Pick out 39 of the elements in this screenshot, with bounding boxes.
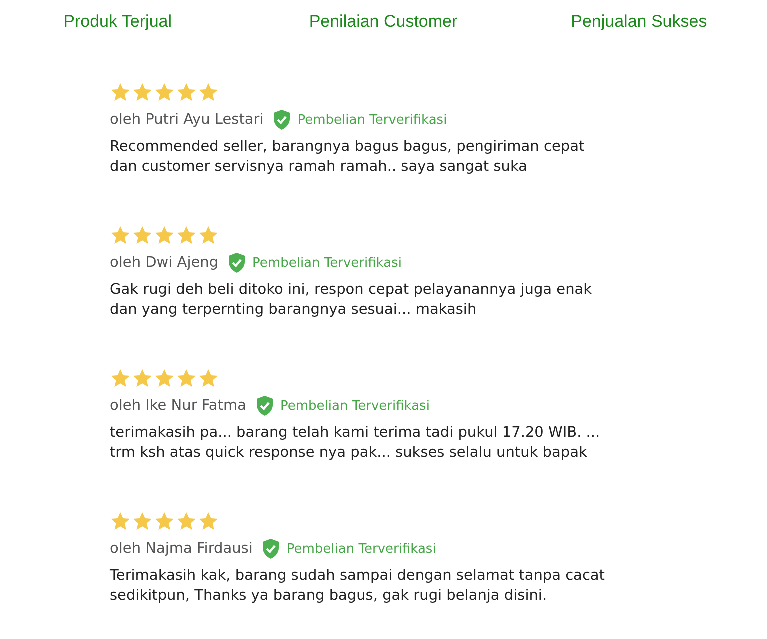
star-icon	[132, 511, 153, 532]
tab-label[interactable]: Penilaian Customer	[309, 12, 458, 32]
reviewer-name: oleh Putri Ayu Lestari	[110, 112, 264, 128]
star-icon	[110, 511, 131, 532]
verified-label: Pembelian Terverifikasi	[298, 112, 448, 128]
review-text: Recommended seller, barangnya bagus bagus, pengiriman cepat dan customer servisnya ramah ramah.. saya sangat suka	[110, 138, 586, 177]
star-icon	[176, 82, 197, 103]
star-icon	[198, 368, 219, 389]
star-icon	[132, 225, 153, 246]
review-text: terimakasih pa... barang telah kami terima tadi pukul 17.20 WIB. ... trm ksh atas quick response nya pak... sukses selalu untuk bapak	[110, 424, 602, 463]
verified-shield-icon	[272, 109, 292, 131]
verified-shield-icon	[226, 252, 247, 274]
star-icon	[176, 511, 197, 532]
star-icon	[154, 225, 175, 246]
reviewer-name: oleh Najma Firdausi	[110, 541, 253, 557]
star-icon	[110, 82, 131, 103]
star-icon	[198, 225, 219, 246]
verified-shield-icon	[260, 538, 281, 560]
star-icon	[176, 225, 197, 246]
star-icon	[154, 368, 175, 389]
tab-label[interactable]: Produk Terjual	[64, 12, 172, 32]
tab-label[interactable]: Penjualan Sukses	[571, 12, 708, 32]
review-text: Gak rugi deh beli ditoko ini, respon cepat pelayanannya juga enak dan yang terpernting barangnya sesuai... makasih	[110, 281, 594, 320]
star-icon	[110, 225, 131, 246]
star-icon	[132, 82, 153, 103]
verified-label: Pembelian Terverifikasi	[252, 256, 402, 270]
verified-label: Pembelian Terverifikasi	[286, 542, 436, 556]
star-icon	[176, 368, 197, 389]
reviewer-name: oleh Ike Nur Fatma	[110, 398, 247, 414]
star-icon	[132, 368, 153, 389]
reviewer-name: oleh Dwi Ajeng	[110, 255, 219, 271]
star-icon	[154, 82, 175, 103]
star-icon	[110, 368, 131, 389]
verified-shield-icon	[254, 395, 275, 417]
star-icon	[154, 511, 175, 532]
verified-label: Pembelian Terverifikasi	[280, 398, 430, 414]
star-icon	[198, 511, 219, 532]
star-icon	[198, 82, 219, 103]
review-text: Terimakasih kak, barang sudah sampai dengan selamat tanpa cacat sedikitpun, Thanks ya barang bagus, gak rugi belanja disini.	[110, 567, 606, 606]
